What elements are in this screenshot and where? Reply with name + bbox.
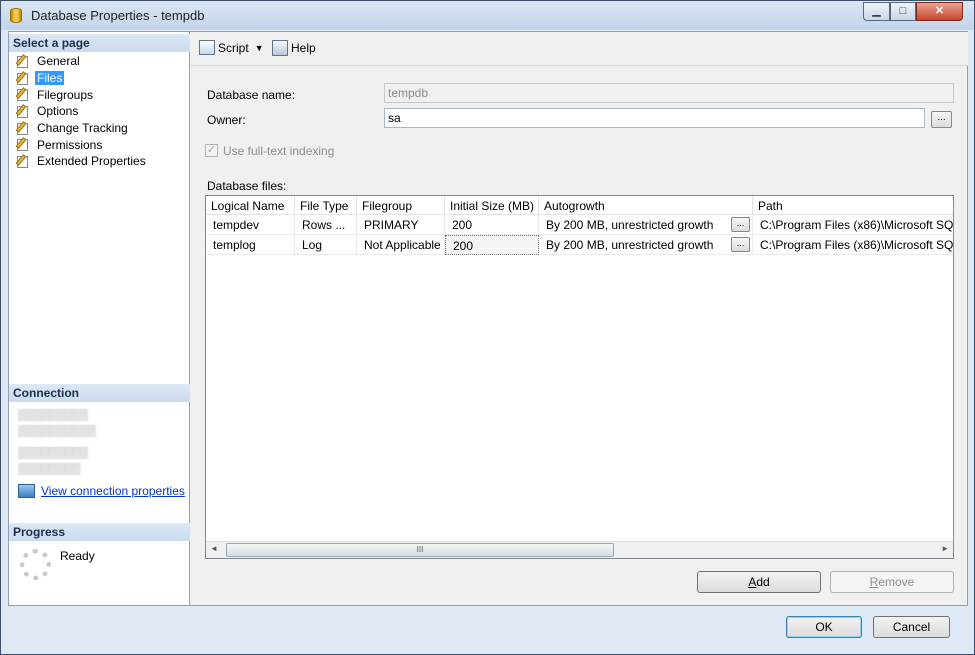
- page-item-filegroups[interactable]: Filegroups: [9, 86, 190, 103]
- initial-size-cell[interactable]: 200: [445, 235, 539, 255]
- owner-label: Owner:: [207, 113, 246, 127]
- progress-header: Progress: [9, 523, 190, 541]
- autogrowth-cell: By 200 MB, unrestricted growth: [539, 235, 753, 255]
- path-cell[interactable]: C:\Program Files (x86)\Microsoft SQL S: [753, 215, 953, 235]
- select-page-header: Select a page: [9, 34, 190, 52]
- script-icon: [199, 40, 215, 55]
- script-button[interactable]: Script ▼: [199, 40, 264, 55]
- help-label: Help: [291, 41, 316, 55]
- window-title: Database Properties - tempdb: [31, 8, 205, 23]
- page-properties-icon: [15, 137, 30, 152]
- page-properties-icon: [15, 53, 30, 68]
- page-item-extended-properties[interactable]: Extended Properties: [9, 153, 190, 170]
- column-header-autogrowth[interactable]: Autogrowth: [539, 196, 753, 214]
- page-properties-icon: [15, 154, 30, 168]
- fulltext-checkbox: ✓: [205, 144, 218, 157]
- owner-field[interactable]: sa: [384, 108, 925, 128]
- page-item-label: General: [37, 54, 80, 69]
- database-files-grid: Logical Name File Type Filegroup Initial…: [205, 195, 954, 559]
- column-header-filegroup[interactable]: Filegroup: [357, 196, 445, 214]
- file-type-cell[interactable]: Log: [295, 235, 357, 255]
- page-properties-icon: [15, 120, 30, 135]
- filegroup-cell[interactable]: Not Applicable: [357, 235, 445, 255]
- column-header-path[interactable]: Path: [753, 196, 953, 214]
- close-button[interactable]: ✕: [916, 2, 963, 21]
- scroll-right-icon[interactable]: ►: [941, 544, 949, 553]
- table-row[interactable]: tempdev Rows ... PRIMARY 200 By 200 MB, …: [206, 215, 953, 235]
- autogrowth-cell: By 200 MB, unrestricted growth: [539, 215, 753, 235]
- page-item-label: Permissions: [37, 137, 103, 152]
- autogrowth-edit-button[interactable]: ...: [731, 217, 750, 232]
- page-item-label: Filegroups: [37, 87, 94, 102]
- help-icon: [272, 40, 288, 56]
- column-header-initial-size[interactable]: Initial Size (MB): [445, 196, 539, 214]
- owner-browse-button[interactable]: ...: [931, 111, 952, 128]
- grid-header: Logical Name File Type Filegroup Initial…: [206, 196, 953, 215]
- page-list: General Files Filegroups Options Change …: [9, 53, 190, 170]
- database-name-label: Database name:: [207, 88, 296, 102]
- scroll-left-icon[interactable]: ◄: [210, 544, 218, 553]
- logical-name-cell[interactable]: tempdev: [206, 215, 295, 235]
- progress-status: Ready: [60, 549, 95, 563]
- view-connection-properties-link[interactable]: View connection properties: [18, 484, 185, 498]
- view-connection-properties-label: View connection properties: [41, 484, 185, 498]
- page-properties-icon: [15, 104, 30, 118]
- toolbar: Script ▼ Help: [191, 32, 968, 66]
- script-label: Script: [218, 40, 249, 55]
- page-properties-icon: [15, 70, 30, 85]
- autogrowth-edit-button[interactable]: ...: [731, 237, 750, 252]
- horizontal-scrollbar[interactable]: ◄ III ►: [206, 541, 953, 558]
- connection-info-redacted: ▒▒▒▒▒▒▒▒▒ ▒▒▒▒▒▒▒▒▒▒ ▒▒▒▒▒▒▒▒▒ ▒▒▒▒▒▒▒▒: [18, 409, 96, 475]
- script-dropdown-icon[interactable]: ▼: [255, 43, 264, 53]
- page-item-options[interactable]: Options: [9, 103, 190, 120]
- page-item-label: Extended Properties: [37, 154, 146, 169]
- file-type-cell[interactable]: Rows ...: [295, 215, 357, 235]
- database-icon: [10, 8, 22, 23]
- page-item-permissions[interactable]: Permissions: [9, 136, 190, 153]
- left-pane: Select a page General Files Filegroups O…: [9, 32, 190, 605]
- remove-button[interactable]: Remove: [830, 571, 954, 593]
- maximize-button[interactable]: □: [890, 2, 916, 21]
- page-item-general[interactable]: General: [9, 53, 190, 70]
- database-name-field: tempdb: [384, 83, 954, 103]
- page-item-change-tracking[interactable]: Change Tracking: [9, 120, 190, 137]
- initial-size-cell[interactable]: 200: [445, 215, 539, 235]
- title-bar[interactable]: Database Properties - tempdb ▁ □ ✕: [1, 1, 974, 30]
- page-properties-icon: [15, 87, 30, 102]
- page-item-label: Change Tracking: [37, 121, 128, 136]
- dialog-client-area: Select a page General Files Filegroups O…: [8, 31, 968, 606]
- logical-name-cell[interactable]: templog: [206, 235, 295, 255]
- fulltext-label: Use full-text indexing: [223, 144, 335, 158]
- cancel-button[interactable]: Cancel: [873, 616, 950, 638]
- path-cell[interactable]: C:\Program Files (x86)\Microsoft SQL S: [753, 235, 953, 255]
- page-item-label: Options: [37, 104, 79, 119]
- connection-header: Connection: [9, 384, 190, 402]
- page-item-label: Files: [35, 71, 65, 86]
- add-button[interactable]: Add: [697, 571, 821, 593]
- database-files-label: Database files:: [207, 179, 287, 193]
- table-row[interactable]: templog Log Not Applicable 200 By 200 MB…: [206, 235, 953, 255]
- minimize-button[interactable]: ▁: [863, 2, 890, 21]
- connection-properties-icon: [18, 484, 35, 498]
- help-button[interactable]: Help: [272, 40, 316, 56]
- ok-button[interactable]: OK: [786, 616, 862, 638]
- column-header-file-type[interactable]: File Type: [295, 196, 357, 214]
- filegroup-cell[interactable]: PRIMARY: [357, 215, 445, 235]
- scroll-thumb[interactable]: III: [226, 543, 614, 557]
- column-header-logical-name[interactable]: Logical Name: [206, 196, 295, 214]
- database-properties-window: Database Properties - tempdb ▁ □ ✕ Selec…: [0, 0, 975, 655]
- progress-spinner-icon: [20, 549, 51, 580]
- page-item-files[interactable]: Files: [9, 70, 190, 87]
